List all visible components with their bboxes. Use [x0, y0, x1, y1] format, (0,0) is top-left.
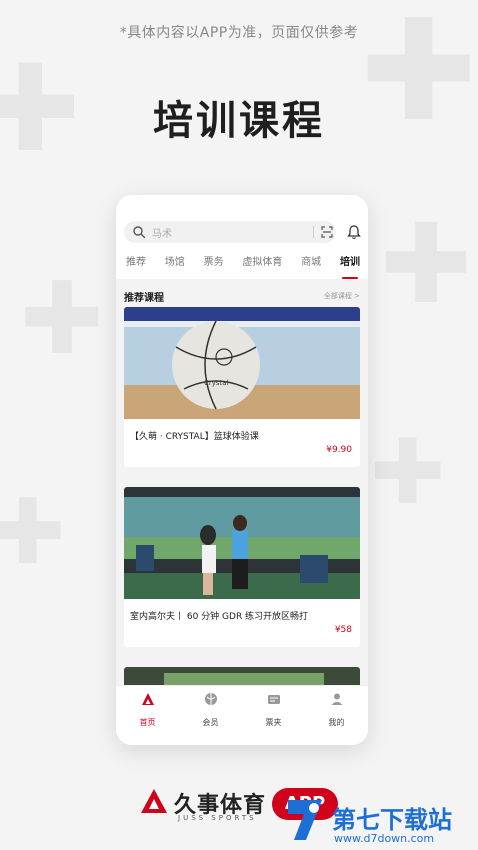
search-divider	[313, 226, 314, 238]
course-card[interactable]: Crystal 【久萌 · CRYSTAL】篮球体验课 ¥9.90	[124, 307, 360, 467]
course-title: 室内高尔夫丨 60 分钟 GDR 练习开放区畅打	[130, 612, 309, 622]
tab-venues[interactable]: 场馆	[163, 253, 187, 273]
golf-course-image	[124, 487, 360, 599]
all-courses-link[interactable]: 全部课程 >	[324, 291, 360, 301]
bottom-navigation: 首页 会员 票夹 我的	[116, 685, 368, 745]
watermark-logo-icon	[288, 800, 322, 840]
nav-home[interactable]: 首页	[123, 692, 173, 745]
course-price: ¥58	[334, 625, 352, 635]
tab-tickets[interactable]: 票务	[202, 253, 226, 273]
course-card[interactable]: 室内高尔夫丨 60 分钟 GDR 练习开放区畅打 ¥58	[124, 487, 360, 647]
nav-ticket-label: 票夹	[265, 718, 282, 727]
tab-virtual-sports[interactable]: 虚拟体育	[240, 253, 284, 273]
category-tabs: 推荐 场馆 票务 虚拟体育 商城 培训	[124, 253, 362, 279]
search-icon	[133, 226, 146, 239]
disclaimer-text: *具体内容以APP为准，页面仅供参考	[119, 25, 359, 41]
basketball-course-image: Crystal	[124, 307, 360, 419]
nav-member-label: 会员	[202, 718, 219, 727]
tab-recommend[interactable]: 推荐	[124, 253, 148, 273]
nav-home-label: 首页	[139, 718, 156, 727]
course-title: 【久萌 · CRYSTAL】篮球体验课	[130, 432, 259, 442]
watermark-url: www.d7down.com	[334, 832, 435, 845]
scan-icon[interactable]	[320, 225, 334, 239]
section-header: 推荐课程 全部课程 >	[124, 289, 360, 304]
home-icon	[141, 693, 154, 705]
brand-name-en: JUSS SPORTS	[178, 814, 257, 822]
search-input[interactable]: 马术	[124, 221, 336, 243]
course-card[interactable]	[124, 667, 360, 685]
nav-ticket[interactable]: 票夹	[249, 692, 299, 745]
course-content: 推荐课程 全部课程 > Crystal 【久萌 · CRYSTAL】篮球体验课 …	[116, 279, 368, 685]
course-image	[124, 667, 360, 685]
section-title: 推荐课程	[124, 293, 164, 304]
brand-logo-icon	[141, 789, 167, 813]
member-icon	[204, 693, 217, 705]
course-price: ¥9.90	[326, 445, 352, 455]
nav-member[interactable]: 会员	[186, 692, 236, 745]
ticket-icon	[267, 695, 280, 704]
tab-mall[interactable]: 商城	[299, 253, 323, 273]
page-headline: 培训课程	[153, 98, 325, 144]
tab-training[interactable]: 培训	[338, 253, 362, 279]
nav-profile[interactable]: 我的	[312, 692, 362, 745]
svg-text:Crystal: Crystal	[204, 379, 229, 387]
watermark-text: 第七下载站	[332, 806, 452, 834]
phone-mockup: 马术 推荐 场馆 票务 虚拟体育 商城 培训 推荐课程 全部课程 > Cryst…	[116, 195, 368, 745]
search-row: 马术	[124, 221, 362, 245]
profile-icon	[331, 693, 342, 705]
bell-icon[interactable]	[346, 224, 362, 240]
search-placeholder: 马术	[152, 229, 172, 240]
nav-profile-label: 我的	[328, 718, 345, 727]
